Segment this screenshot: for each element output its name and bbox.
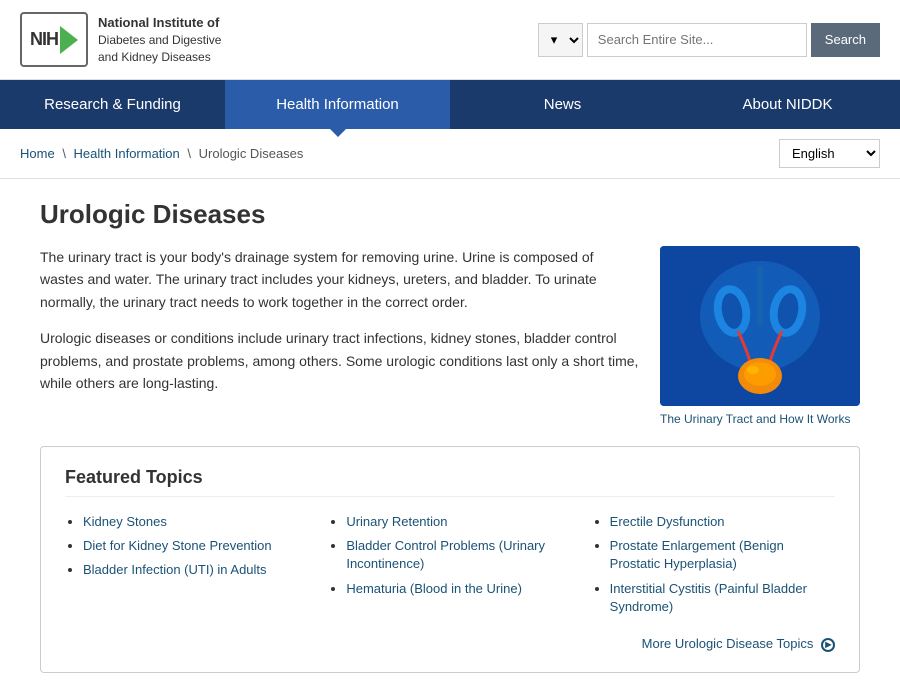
breadcrumb-home[interactable]: Home <box>20 146 55 161</box>
list-item: Bladder Infection (UTI) in Adults <box>83 561 308 579</box>
list-item: Interstitial Cystitis (Painful Bladder S… <box>610 580 835 616</box>
search-scope-dropdown[interactable]: ▾ <box>538 23 583 57</box>
featured-topics-box: Featured Topics Kidney Stones Diet for K… <box>40 446 860 673</box>
language-selector[interactable]: English Español <box>779 139 880 168</box>
topic-bladder-control[interactable]: Bladder Control Problems (Urinary Incont… <box>346 538 545 571</box>
topic-bladder-infection[interactable]: Bladder Infection (UTI) in Adults <box>83 562 267 577</box>
topic-kidney-stones[interactable]: Kidney Stones <box>83 514 167 529</box>
intro-paragraph-2: Urologic diseases or conditions include … <box>40 327 640 394</box>
topics-grid: Kidney Stones Diet for Kidney Stone Prev… <box>65 513 835 622</box>
main-content: Urologic Diseases The urinary tract is y… <box>0 179 900 693</box>
featured-title: Featured Topics <box>65 467 835 497</box>
list-item: Prostate Enlargement (Benign Prostatic H… <box>610 537 835 573</box>
list-item: Diet for Kidney Stone Prevention <box>83 537 308 555</box>
image-caption[interactable]: The Urinary Tract and How It Works <box>660 412 860 426</box>
breadcrumb-sep-1: \ <box>62 146 69 161</box>
breadcrumb-health[interactable]: Health Information <box>74 146 180 161</box>
breadcrumb-current: Urologic Diseases <box>199 146 304 161</box>
more-topics-label: More Urologic Disease Topics <box>642 636 814 651</box>
breadcrumb: Home \ Health Information \ Urologic Dis… <box>20 146 303 161</box>
nih-logo: NIH <box>20 12 88 67</box>
topic-cystitis[interactable]: Interstitial Cystitis (Painful Bladder S… <box>610 581 807 614</box>
circle-arrow-icon: ► <box>821 638 835 652</box>
topic-diet-kidney[interactable]: Diet for Kidney Stone Prevention <box>83 538 272 553</box>
org-name-line3: and Kidney Diseases <box>98 49 221 66</box>
main-nav: Research & Funding Health Information Ne… <box>0 80 900 129</box>
search-input[interactable] <box>587 23 807 57</box>
more-topics: More Urologic Disease Topics ► <box>65 636 835 652</box>
org-name: National Institute of Diabetes and Diges… <box>98 14 221 66</box>
more-topics-link[interactable]: More Urologic Disease Topics ► <box>642 636 835 651</box>
intro-paragraph-1: The urinary tract is your body's drainag… <box>40 246 640 313</box>
nav-item-research[interactable]: Research & Funding <box>0 80 225 129</box>
topic-hematuria[interactable]: Hematuria (Blood in the Urine) <box>346 581 522 596</box>
topic-column-3: Erectile Dysfunction Prostate Enlargemen… <box>592 513 835 622</box>
search-button[interactable]: Search <box>811 23 880 57</box>
content-text: The urinary tract is your body's drainag… <box>40 246 640 426</box>
nih-text: NIH <box>30 29 58 50</box>
topic-column-2: Urinary Retention Bladder Control Proble… <box>328 513 571 622</box>
breadcrumb-bar: Home \ Health Information \ Urologic Dis… <box>0 129 900 179</box>
nav-item-news[interactable]: News <box>450 80 675 129</box>
page-title: Urologic Diseases <box>40 199 860 230</box>
site-header: NIH National Institute of Diabetes and D… <box>0 0 900 80</box>
topic-prostate[interactable]: Prostate Enlargement (Benign Prostatic H… <box>610 538 784 571</box>
org-name-line2: Diabetes and Digestive <box>98 32 221 49</box>
nav-item-health[interactable]: Health Information <box>225 80 450 129</box>
list-item: Bladder Control Problems (Urinary Incont… <box>346 537 571 573</box>
image-area: The Urinary Tract and How It Works <box>660 246 860 426</box>
logo-area: NIH National Institute of Diabetes and D… <box>20 12 221 67</box>
urinary-tract-svg <box>660 246 860 406</box>
list-item: Hematuria (Blood in the Urine) <box>346 580 571 598</box>
list-item: Kidney Stones <box>83 513 308 531</box>
search-area: ▾ Search <box>538 23 880 57</box>
urinary-tract-image <box>660 246 860 406</box>
nav-item-about[interactable]: About NIDDK <box>675 80 900 129</box>
list-item: Urinary Retention <box>346 513 571 531</box>
list-item: Erectile Dysfunction <box>610 513 835 531</box>
topic-erectile[interactable]: Erectile Dysfunction <box>610 514 725 529</box>
org-name-line1: National Institute of <box>98 14 221 32</box>
topic-column-1: Kidney Stones Diet for Kidney Stone Prev… <box>65 513 308 622</box>
topic-urinary-retention[interactable]: Urinary Retention <box>346 514 447 529</box>
content-area: The urinary tract is your body's drainag… <box>40 246 860 426</box>
logo-arrow-icon <box>60 26 78 54</box>
breadcrumb-sep-2: \ <box>187 146 194 161</box>
